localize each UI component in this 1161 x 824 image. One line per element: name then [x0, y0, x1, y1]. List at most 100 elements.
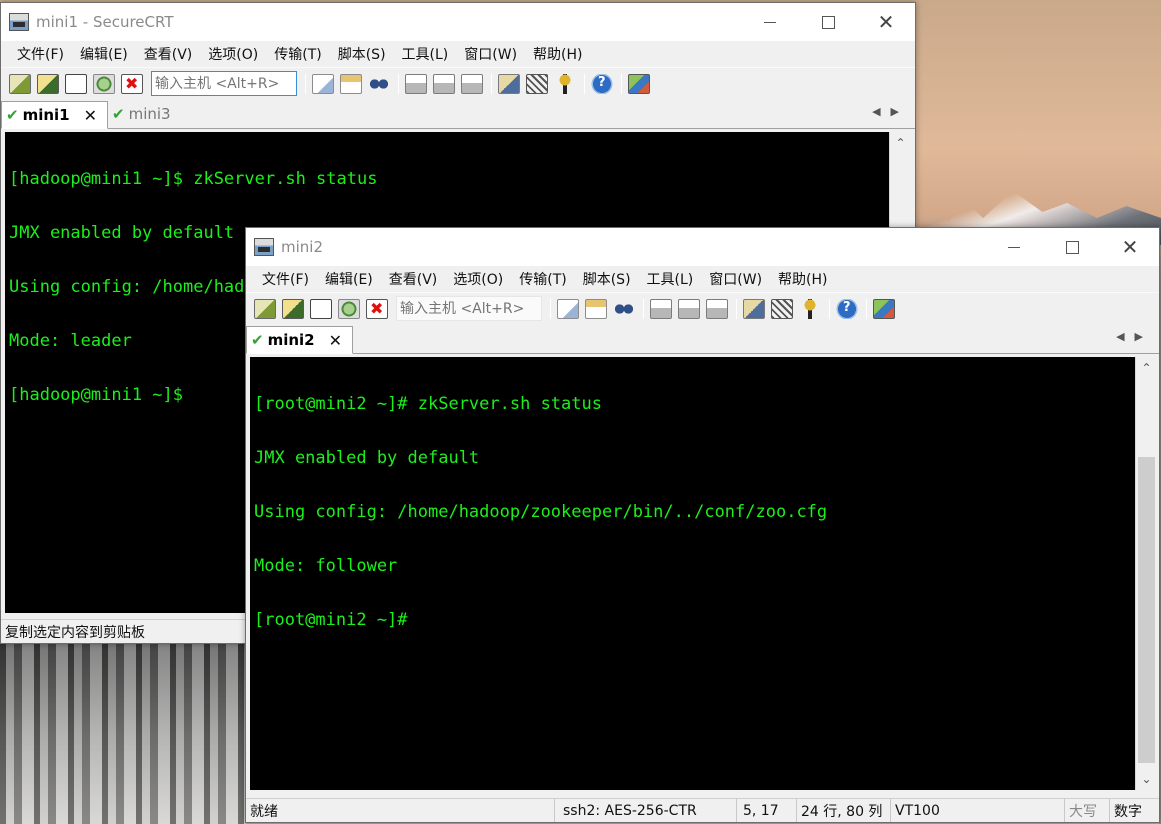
find-icon[interactable]: [613, 298, 635, 319]
tab-mini1[interactable]: ✔ mini1 ✕: [1, 101, 109, 129]
menu-tools[interactable]: 工具(L): [639, 269, 702, 289]
print-selection-icon[interactable]: [461, 73, 483, 94]
terminal-line: JMX enabled by default: [254, 448, 480, 468]
menu-help[interactable]: 帮助(H): [770, 269, 835, 289]
status-terminal-type: VT100: [890, 799, 1064, 822]
menu-transfer[interactable]: 传输(T): [511, 269, 574, 289]
scroll-up-icon[interactable]: ⌃: [1136, 361, 1157, 375]
window-title: mini2: [281, 238, 323, 256]
find-icon[interactable]: [368, 73, 390, 94]
tab-close-icon[interactable]: ✕: [84, 106, 97, 125]
menu-options[interactable]: 选项(O): [445, 269, 511, 289]
close-button[interactable]: ✕: [1101, 228, 1159, 266]
status-terminal-size: 24 行, 80 列: [796, 799, 890, 822]
print-setup-icon[interactable]: [433, 73, 455, 94]
sftp-icon[interactable]: [526, 73, 548, 94]
scrollbar-thumb[interactable]: [1138, 457, 1155, 763]
connect-in-tab-icon[interactable]: [65, 73, 87, 94]
menu-file[interactable]: 文件(F): [254, 269, 317, 289]
connect-icon[interactable]: [254, 298, 276, 319]
close-button[interactable]: ✕: [857, 3, 915, 41]
toolbar-separator: [584, 73, 585, 94]
menu-view[interactable]: 查看(V): [136, 44, 201, 64]
menu-view[interactable]: 查看(V): [381, 269, 446, 289]
session-options-icon[interactable]: [743, 298, 765, 319]
copy-icon[interactable]: [557, 298, 579, 319]
tab-scroll-arrows-icon[interactable]: ◀▶: [872, 105, 909, 118]
paste-icon[interactable]: [340, 73, 362, 94]
host-input[interactable]: [396, 296, 542, 321]
sftp-icon[interactable]: [771, 298, 793, 319]
menu-options[interactable]: 选项(O): [200, 44, 266, 64]
terminal-line: Using config: /home/hadoop/zookeeper/bin…: [254, 502, 828, 522]
toolbar-separator: [829, 298, 830, 319]
maximize-button[interactable]: [1043, 228, 1101, 266]
paste-icon[interactable]: [585, 298, 607, 319]
tab-mini2[interactable]: ✔ mini2 ✕: [246, 326, 354, 354]
connected-check-icon: ✔: [6, 106, 19, 124]
toolbar-separator: [736, 298, 737, 319]
status-ready: 就绪: [250, 803, 278, 820]
menu-transfer[interactable]: 传输(T): [266, 44, 329, 64]
status-caps-lock: 大写: [1064, 799, 1109, 822]
menu-edit[interactable]: 编辑(E): [72, 44, 136, 64]
toolbar-separator: [398, 73, 399, 94]
connect-map-icon[interactable]: [873, 298, 895, 319]
disconnect-icon[interactable]: [366, 298, 388, 319]
terminal-line: [hadoop@mini1 ~]$ zkServer.sh status: [9, 169, 378, 189]
status-num-lock: 数字: [1109, 799, 1154, 822]
reconnect-icon[interactable]: [338, 298, 360, 319]
terminal-scrollbar[interactable]: ⌃ ⌄: [1135, 357, 1157, 790]
connect-in-tab-icon[interactable]: [310, 298, 332, 319]
keymap-icon[interactable]: [799, 298, 821, 319]
terminal-output[interactable]: [root@mini2 ~]# zkServer.sh status JMX e…: [250, 357, 1135, 790]
tab-label: mini2: [267, 331, 315, 349]
help-icon[interactable]: [836, 298, 858, 319]
title-bar[interactable]: mini2 ✕: [246, 228, 1159, 266]
status-cipher: ssh2: AES-256-CTR: [554, 799, 736, 822]
securecrt-app-icon: [254, 238, 274, 256]
menu-script[interactable]: 脚本(S): [330, 44, 394, 64]
maximize-button[interactable]: [799, 3, 857, 41]
toolbar-separator: [550, 298, 551, 319]
connect-icon[interactable]: [9, 73, 31, 94]
status-bar: 就绪 ssh2: AES-256-CTR 5, 17 24 行, 80 列 VT…: [246, 798, 1159, 822]
print-icon[interactable]: [405, 73, 427, 94]
menu-script[interactable]: 脚本(S): [575, 269, 639, 289]
disconnect-icon[interactable]: [121, 73, 143, 94]
terminal-line: [root@mini2 ~]#: [254, 610, 408, 630]
securecrt-app-icon: [9, 13, 29, 31]
connect-map-icon[interactable]: [628, 73, 650, 94]
terminal-line: [root@mini2 ~]# zkServer.sh status: [254, 394, 602, 414]
securecrt-window-mini2[interactable]: mini2 ✕ 文件(F) 编辑(E) 查看(V) 选项(O) 传输(T) 脚本…: [245, 227, 1160, 823]
session-options-icon[interactable]: [498, 73, 520, 94]
menu-help[interactable]: 帮助(H): [525, 44, 590, 64]
toolbar: [246, 292, 1159, 324]
wallpaper-water: [0, 644, 246, 824]
print-selection-icon[interactable]: [706, 298, 728, 319]
reconnect-icon[interactable]: [93, 73, 115, 94]
scroll-down-icon[interactable]: ⌄: [1136, 772, 1157, 786]
host-input[interactable]: [151, 71, 297, 96]
tab-scroll-arrows-icon[interactable]: ◀▶: [1116, 330, 1153, 343]
toolbar-separator: [491, 73, 492, 94]
minimize-button[interactable]: [741, 3, 799, 41]
quick-connect-icon[interactable]: [282, 298, 304, 319]
title-bar[interactable]: mini1 - SecureCRT ✕: [1, 3, 915, 41]
help-icon[interactable]: [591, 73, 613, 94]
menu-window[interactable]: 窗口(W): [701, 269, 770, 289]
menu-window[interactable]: 窗口(W): [456, 44, 525, 64]
keymap-icon[interactable]: [554, 73, 576, 94]
menu-file[interactable]: 文件(F): [9, 44, 72, 64]
menu-edit[interactable]: 编辑(E): [317, 269, 381, 289]
copy-icon[interactable]: [312, 73, 334, 94]
tab-close-icon[interactable]: ✕: [329, 331, 342, 350]
scroll-up-icon[interactable]: ⌃: [890, 136, 911, 150]
tab-mini3[interactable]: ✔ mini3: [108, 100, 181, 128]
quick-connect-icon[interactable]: [37, 73, 59, 94]
minimize-button[interactable]: [985, 228, 1043, 266]
print-setup-icon[interactable]: [678, 298, 700, 319]
print-icon[interactable]: [650, 298, 672, 319]
session-tab-bar: ✔ mini2 ✕ ◀▶: [246, 324, 1159, 354]
menu-tools[interactable]: 工具(L): [394, 44, 457, 64]
